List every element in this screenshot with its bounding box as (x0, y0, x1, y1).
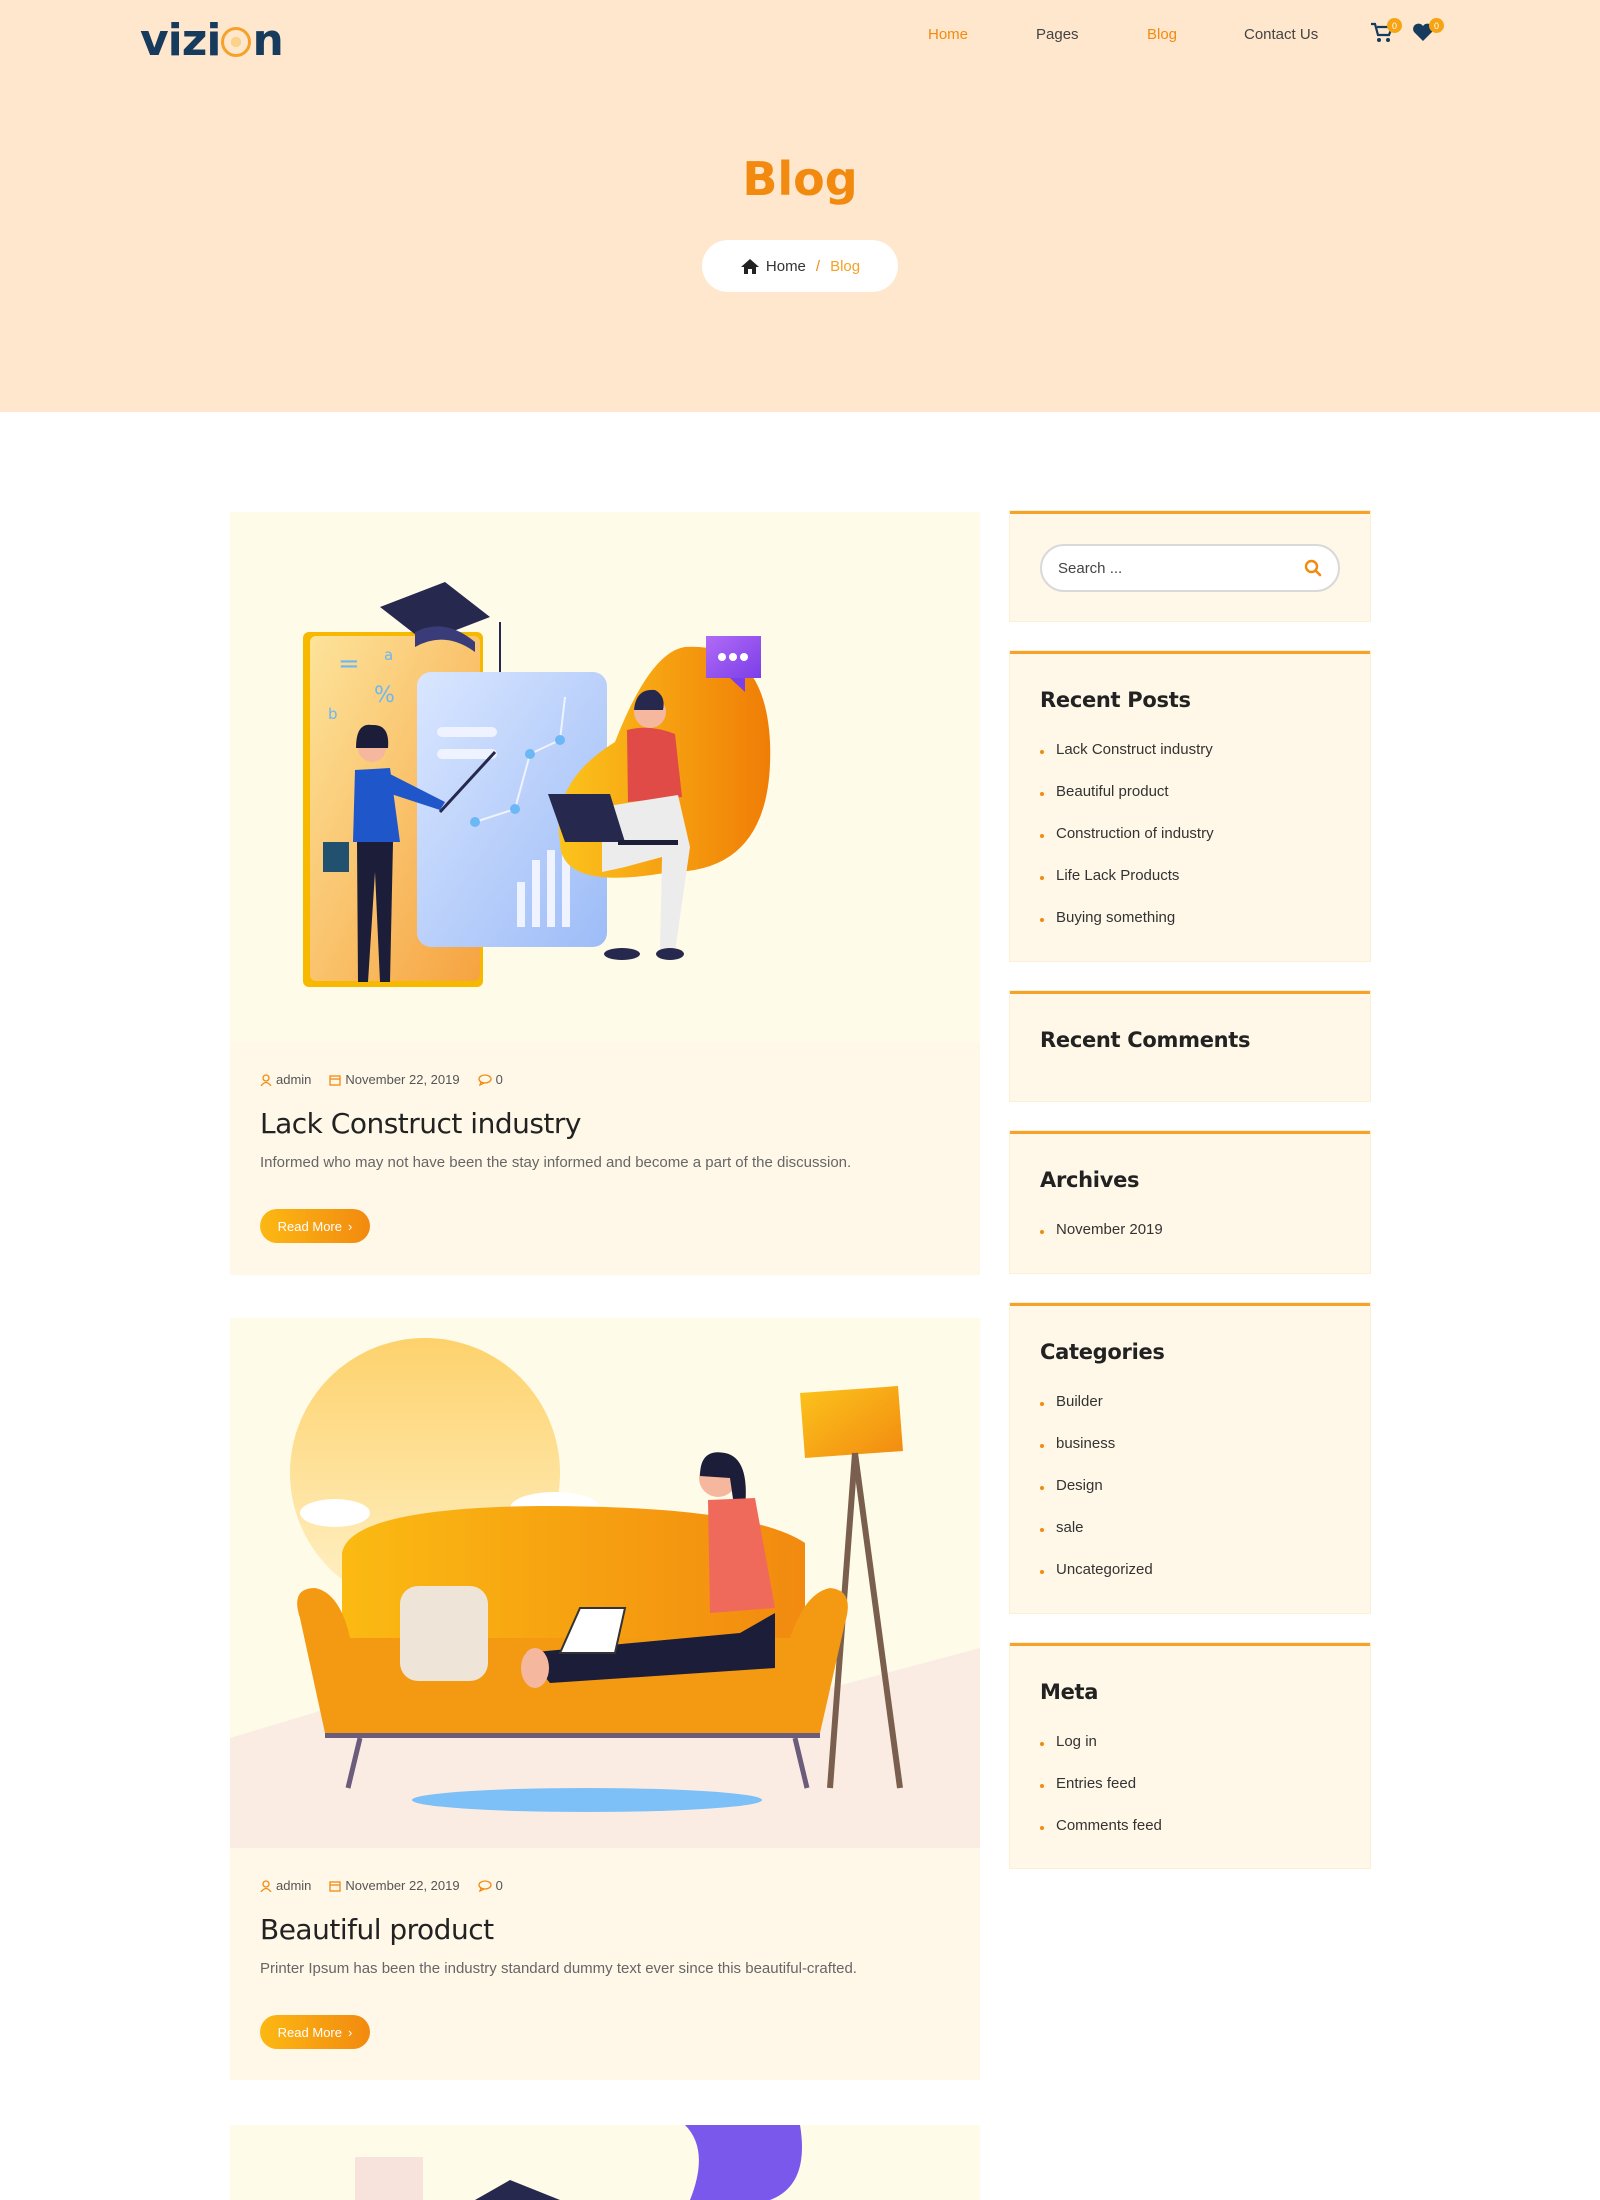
wishlist-count-badge: 0 (1429, 18, 1444, 33)
widget-title: Categories (1040, 1340, 1165, 1364)
recent-post-link[interactable]: Beautiful product (1040, 770, 1214, 812)
meta-list: Log in Entries feed Comments feed (1040, 1720, 1162, 1846)
nav-pages[interactable]: Pages (1036, 26, 1079, 43)
breadcrumb-separator: / (815, 257, 821, 275)
search-icon[interactable] (1304, 559, 1322, 577)
comment-icon (477, 1073, 492, 1086)
blog-post (230, 2125, 980, 2200)
category-link[interactable]: business (1040, 1422, 1153, 1464)
nav-contact[interactable]: Contact Us (1244, 26, 1318, 43)
breadcrumb: Home / Blog (702, 240, 898, 292)
category-link[interactable]: sale (1040, 1506, 1153, 1548)
search-field[interactable] (1040, 544, 1340, 592)
post-image-partial[interactable] (230, 2125, 980, 2200)
read-more-button[interactable]: Read More › (260, 1209, 370, 1243)
search-widget (1010, 511, 1370, 621)
nav-blog[interactable]: Blog (1147, 26, 1177, 43)
comment-icon (477, 1879, 492, 1892)
breadcrumb-home-label: Home (765, 257, 806, 275)
chevron-right-icon: › (347, 1218, 353, 1234)
categories-list: Builder business Design sale Uncategoriz… (1040, 1380, 1153, 1590)
logo-text: vizi (140, 14, 221, 66)
page-header: vizi n Home Pages Blog Contact Us 0 0 Bl… (0, 0, 1600, 412)
post-author-name: admin (276, 1072, 312, 1087)
post-comment-count: 0 (495, 1072, 503, 1087)
meta-link[interactable]: Log in (1040, 1720, 1162, 1762)
post-meta: admin November 22, 2019 0 (260, 1878, 503, 1893)
post-date[interactable]: November 22, 2019 (329, 1072, 460, 1087)
calendar-icon (329, 1880, 342, 1892)
meta-widget: Meta Log in Entries feed Comments feed (1010, 1643, 1370, 1868)
recent-post-link[interactable]: Lack Construct industry (1040, 728, 1214, 770)
svg-text:b: b (328, 705, 338, 723)
nav-home[interactable]: Home (928, 26, 968, 43)
recent-comments-widget: Recent Comments (1010, 991, 1370, 1101)
recent-posts-widget: Recent Posts Lack Construct industry Bea… (1010, 651, 1370, 961)
widget-title: Meta (1040, 1680, 1099, 1704)
post-comments[interactable]: 0 (477, 1878, 503, 1893)
post-author[interactable]: admin (260, 1072, 311, 1087)
widget-title: Archives (1040, 1168, 1140, 1192)
svg-text:=: = (338, 649, 360, 679)
read-more-label: Read More (277, 2024, 342, 2040)
recent-posts-list: Lack Construct industry Beautiful produc… (1040, 728, 1214, 938)
svg-text:a: a (384, 646, 393, 664)
breadcrumb-home[interactable]: Home (740, 258, 806, 275)
archives-list: November 2019 (1040, 1208, 1163, 1250)
blog-post: admin November 22, 2019 0 Beautiful prod… (230, 1318, 980, 2080)
post-excerpt: Printer Ipsum has been the industry stan… (260, 1960, 857, 1977)
post-meta: admin November 22, 2019 0 (260, 1072, 503, 1087)
widget-title: Recent Comments (1040, 1028, 1251, 1052)
category-link[interactable]: Builder (1040, 1380, 1153, 1422)
logo[interactable]: vizi n (140, 14, 284, 66)
svg-text:%: % (374, 683, 395, 708)
categories-widget: Categories Builder business Design sale … (1010, 1303, 1370, 1613)
recent-post-link[interactable]: Construction of industry (1040, 812, 1214, 854)
home-icon (740, 258, 759, 274)
meta-link[interactable]: Entries feed (1040, 1762, 1162, 1804)
meta-link[interactable]: Comments feed (1040, 1804, 1162, 1846)
post-image-sofa[interactable] (230, 1318, 980, 1848)
read-more-button[interactable]: Read More › (260, 2015, 370, 2049)
post-comment-count: 0 (495, 1878, 503, 1893)
post-excerpt: Informed who may not have been the stay … (260, 1154, 852, 1171)
post-comments[interactable]: 0 (477, 1072, 503, 1087)
post-title[interactable]: Beautiful product (260, 1913, 494, 1946)
category-link[interactable]: Design (1040, 1464, 1153, 1506)
cart-icon[interactable]: 0 (1370, 18, 1402, 44)
user-icon (260, 1073, 272, 1086)
brain-icon (221, 27, 252, 57)
recent-post-link[interactable]: Buying something (1040, 896, 1214, 938)
post-title[interactable]: Lack Construct industry (260, 1107, 582, 1140)
post-image-education[interactable]: = a % b (230, 512, 980, 1042)
recent-post-link[interactable]: Life Lack Products (1040, 854, 1214, 896)
category-link[interactable]: Uncategorized (1040, 1548, 1153, 1590)
page-title: Blog (742, 152, 858, 206)
post-date-text: November 22, 2019 (345, 1072, 460, 1087)
search-input[interactable] (1058, 559, 1288, 577)
cart-count-badge: 0 (1387, 18, 1402, 33)
widget-title: Recent Posts (1040, 688, 1191, 712)
archives-widget: Archives November 2019 (1010, 1131, 1370, 1273)
archive-link[interactable]: November 2019 (1040, 1208, 1163, 1250)
post-author-name: admin (276, 1878, 312, 1893)
post-date[interactable]: November 22, 2019 (329, 1878, 460, 1893)
chevron-right-icon: › (347, 2024, 353, 2040)
breadcrumb-current: Blog (830, 257, 861, 275)
logo-text-end: n (252, 14, 283, 66)
post-date-text: November 22, 2019 (345, 1878, 460, 1893)
read-more-label: Read More (277, 1218, 342, 1234)
calendar-icon (329, 1074, 342, 1086)
user-icon (260, 1879, 272, 1892)
blog-post: = a % b admin November 22, 2019 0 Lack C… (230, 512, 980, 1275)
heart-icon[interactable]: 0 (1412, 18, 1444, 44)
post-author[interactable]: admin (260, 1878, 311, 1893)
